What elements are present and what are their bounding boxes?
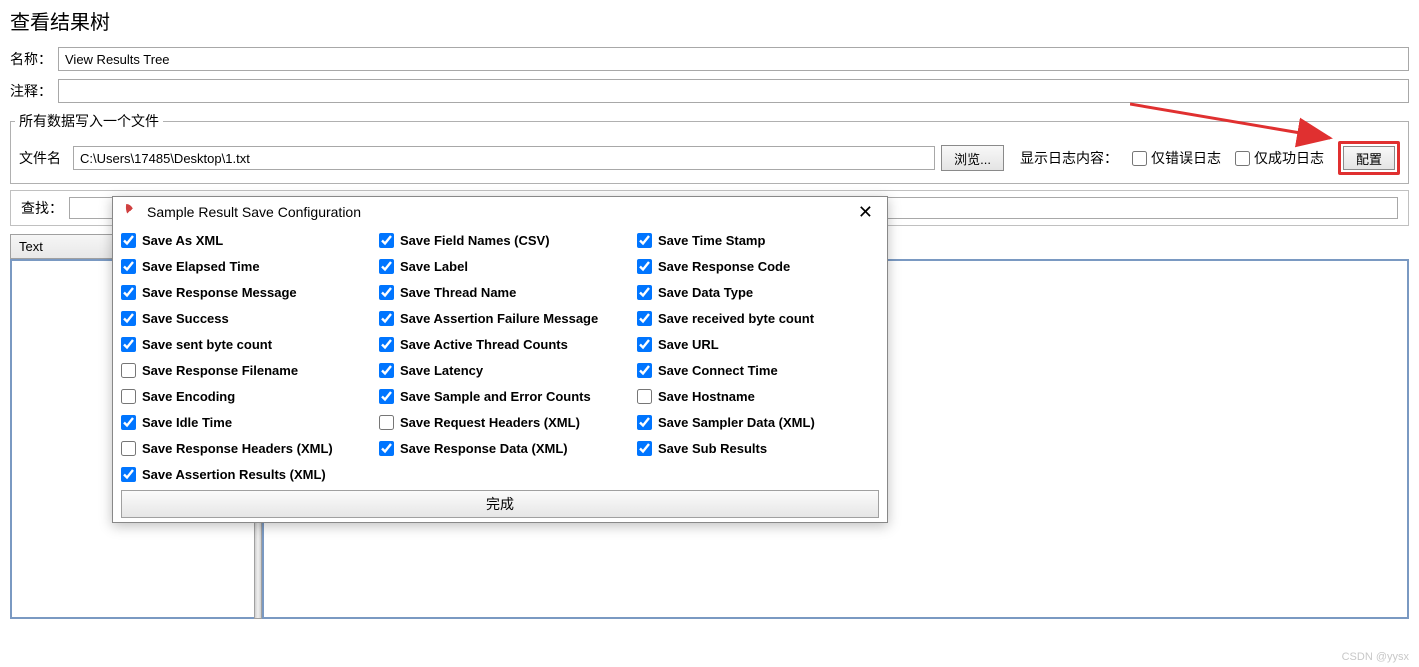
browse-button[interactable]: 浏览... — [941, 145, 1004, 171]
save-option-checkbox[interactable]: Save received byte count — [637, 311, 879, 326]
file-fieldset: 所有数据写入一个文件 文件名 浏览... 显示日志内容： 仅错误日志 仅成功日志… — [10, 111, 1409, 184]
save-option-label: Save sent byte count — [142, 337, 272, 352]
save-option-checkbox[interactable]: Save Assertion Failure Message — [379, 311, 637, 326]
save-option-checkbox[interactable]: Save As XML — [121, 233, 379, 248]
save-option-checkbox[interactable]: Save URL — [637, 337, 879, 352]
save-option-checkbox[interactable]: Save Response Headers (XML) — [121, 441, 379, 456]
save-option-label: Save Elapsed Time — [142, 259, 260, 274]
save-option-label: Save Sub Results — [658, 441, 767, 456]
save-option-checkbox[interactable]: Save Response Code — [637, 259, 879, 274]
save-option-checkbox[interactable]: Save Hostname — [637, 389, 879, 404]
error-only-label: 仅错误日志 — [1151, 148, 1221, 168]
save-option-label: Save Response Message — [142, 285, 297, 300]
success-only-checkbox[interactable]: 仅成功日志 — [1235, 148, 1324, 168]
save-option-label: Save Response Code — [658, 259, 790, 274]
save-option-label: Save Thread Name — [400, 285, 516, 300]
watermark: CSDN @yysx — [1342, 651, 1409, 663]
comment-row: 注释： — [0, 75, 1419, 107]
save-option-checkbox[interactable]: Save Idle Time — [121, 415, 379, 430]
save-option-label: Save As XML — [142, 233, 223, 248]
save-option-label: Save Hostname — [658, 389, 755, 404]
name-input[interactable] — [58, 47, 1409, 71]
success-only-label: 仅成功日志 — [1254, 148, 1324, 168]
save-option-checkbox[interactable]: Save Encoding — [121, 389, 379, 404]
name-row: 名称： — [0, 43, 1419, 75]
file-path-input[interactable] — [73, 146, 935, 170]
save-option-label: Save Assertion Results (XML) — [142, 467, 326, 482]
save-option-checkbox[interactable]: Save sent byte count — [121, 337, 379, 352]
save-option-label: Save Field Names (CSV) — [400, 233, 550, 248]
close-icon[interactable]: ✕ — [854, 203, 877, 221]
save-option-label: Save Latency — [400, 363, 483, 378]
save-option-checkbox[interactable]: Save Time Stamp — [637, 233, 879, 248]
search-label: 查找： — [21, 198, 69, 218]
save-option-checkbox[interactable]: Save Active Thread Counts — [379, 337, 637, 352]
save-option-checkbox[interactable]: Save Sample and Error Counts — [379, 389, 637, 404]
save-option-label: Save Response Headers (XML) — [142, 441, 333, 456]
save-option-checkbox[interactable]: Save Response Data (XML) — [379, 441, 637, 456]
save-option-checkbox[interactable]: Save Sampler Data (XML) — [637, 415, 879, 430]
save-option-label: Save Request Headers (XML) — [400, 415, 580, 430]
save-option-label: Save Sample and Error Counts — [400, 389, 591, 404]
save-option-label: Save Active Thread Counts — [400, 337, 568, 352]
save-option-checkbox[interactable]: Save Label — [379, 259, 637, 274]
save-option-label: Save URL — [658, 337, 719, 352]
save-option-checkbox[interactable]: Save Success — [121, 311, 379, 326]
page-title: 查看结果树 — [0, 0, 1419, 43]
logs-label: 显示日志内容： — [1020, 148, 1118, 168]
save-option-label: Save Data Type — [658, 285, 753, 300]
name-label: 名称： — [10, 49, 58, 69]
comment-label: 注释： — [10, 81, 58, 101]
save-option-label: Save Label — [400, 259, 468, 274]
save-option-label: Save Response Filename — [142, 363, 298, 378]
fieldset-legend: 所有数据写入一个文件 — [15, 111, 163, 131]
save-option-label: Save Time Stamp — [658, 233, 765, 248]
dialog-title-text: Sample Result Save Configuration — [147, 204, 361, 220]
save-option-label: Save Response Data (XML) — [400, 441, 568, 456]
save-option-checkbox[interactable]: Save Latency — [379, 363, 637, 378]
save-option-checkbox[interactable]: Save Data Type — [637, 285, 879, 300]
file-label: 文件名 — [19, 148, 67, 168]
save-option-label: Save Assertion Failure Message — [400, 311, 598, 326]
save-option-checkbox[interactable]: Save Response Message — [121, 285, 379, 300]
config-button-highlight: 配置 — [1338, 141, 1400, 175]
done-button[interactable]: 完成 — [121, 490, 879, 518]
save-option-checkbox[interactable]: Save Field Names (CSV) — [379, 233, 637, 248]
dialog-titlebar[interactable]: Sample Result Save Configuration ✕ — [113, 197, 887, 227]
save-option-checkbox[interactable]: Save Connect Time — [637, 363, 879, 378]
options-grid: Save As XML Save Field Names (CSV) Save Ti… — [121, 233, 879, 482]
save-option-label: Save Connect Time — [658, 363, 778, 378]
comment-input[interactable] — [58, 79, 1409, 103]
save-option-checkbox[interactable]: Save Request Headers (XML) — [379, 415, 637, 430]
save-option-checkbox[interactable]: Save Thread Name — [379, 285, 637, 300]
save-option-checkbox[interactable]: Save Elapsed Time — [121, 259, 379, 274]
jmeter-icon — [123, 204, 139, 220]
save-config-dialog: Sample Result Save Configuration ✕ Save … — [112, 196, 888, 523]
save-option-checkbox[interactable]: Save Response Filename — [121, 363, 379, 378]
save-option-label: Save Success — [142, 311, 229, 326]
save-option-label: Save Encoding — [142, 389, 235, 404]
save-option-checkbox[interactable]: Save Sub Results — [637, 441, 879, 456]
config-button[interactable]: 配置 — [1343, 146, 1395, 170]
save-option-label: Save received byte count — [658, 311, 814, 326]
save-option-checkbox[interactable]: Save Assertion Results (XML) — [121, 467, 379, 482]
save-option-label: Save Idle Time — [142, 415, 232, 430]
error-only-checkbox[interactable]: 仅错误日志 — [1132, 148, 1221, 168]
save-option-label: Save Sampler Data (XML) — [658, 415, 815, 430]
